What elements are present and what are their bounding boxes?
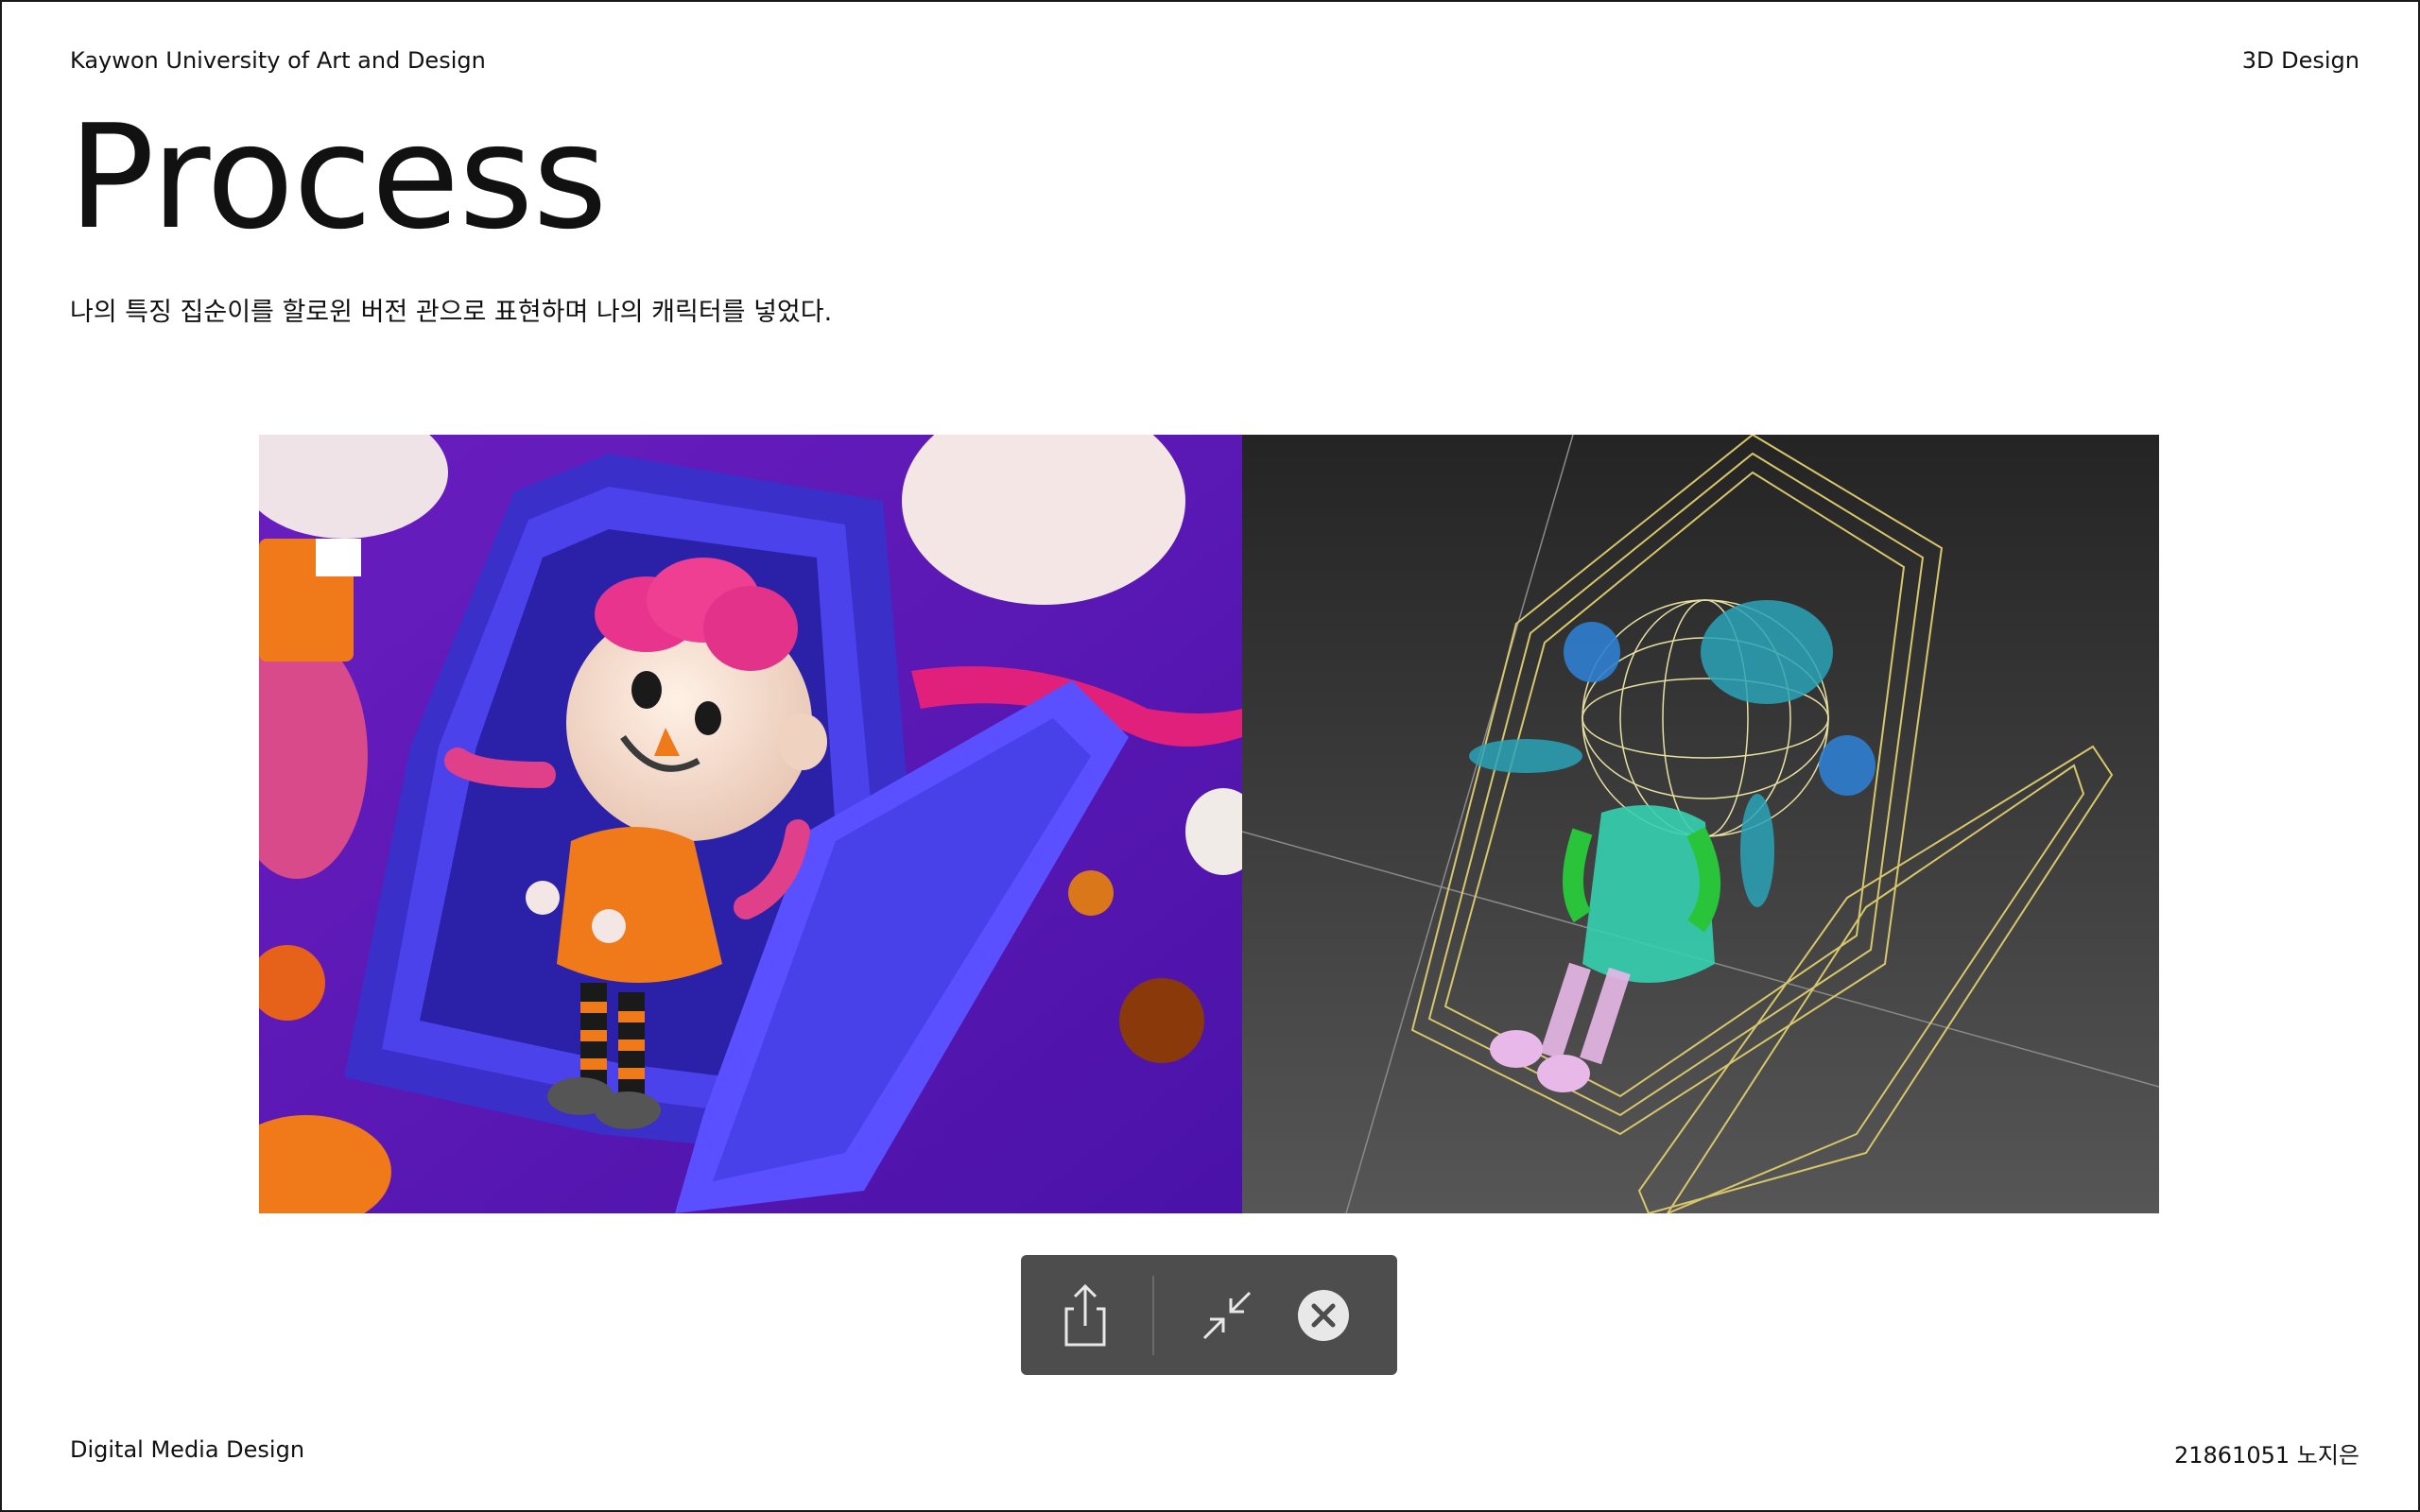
media-toolbar — [1021, 1255, 1397, 1375]
toolbar-separator — [1152, 1276, 1154, 1355]
page-description: 나의 특징 집순이를 할로윈 버전 관으로 표현하며 나의 캐릭터를 넣었다. — [70, 298, 833, 327]
shrink-icon[interactable] — [1191, 1280, 1263, 1351]
wireframe-viewport-image — [1242, 435, 2159, 1213]
close-icon[interactable] — [1288, 1280, 1359, 1351]
process-image — [259, 435, 2159, 1213]
university-name: Kaywon University of Art and Design — [70, 47, 486, 74]
character-render-image — [259, 435, 1242, 1213]
course-name: 3D Design — [2241, 47, 2360, 74]
student-id-name: 21861051 노지은 — [2173, 1442, 2360, 1469]
department-name: Digital Media Design — [70, 1436, 305, 1463]
share-icon[interactable] — [1049, 1280, 1121, 1351]
page-title: Process — [68, 94, 608, 261]
